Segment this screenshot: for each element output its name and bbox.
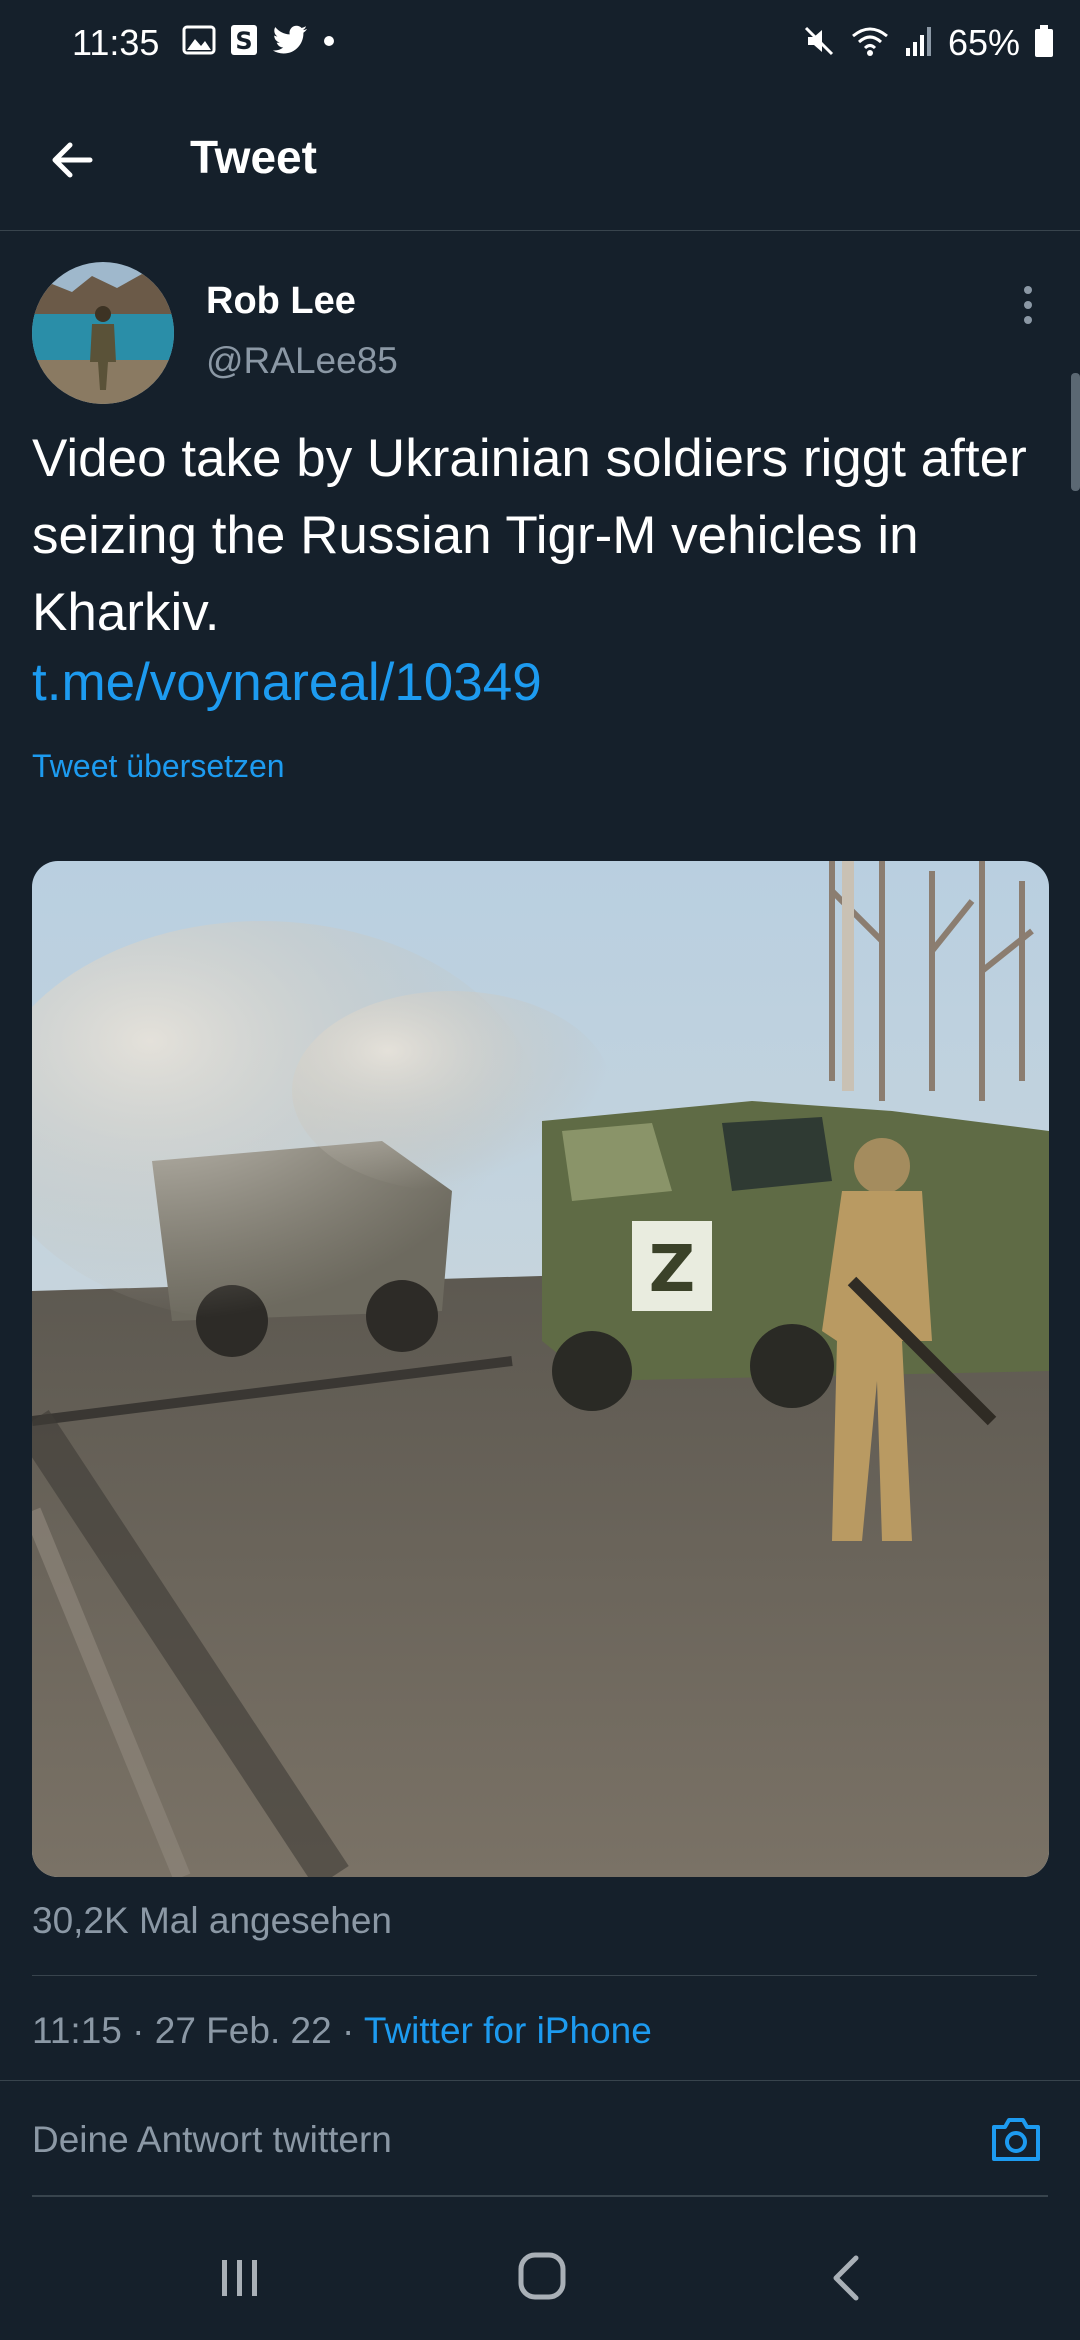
status-bar: 11:35 S 65% (0, 0, 1080, 90)
mute-icon (802, 24, 836, 63)
view-count: 30,2K Mal angesehen (32, 1900, 392, 1941)
recent-apps-icon (222, 2260, 257, 2296)
arrow-left-icon (52, 142, 93, 178)
status-time: 11:35 (72, 22, 160, 63)
author-name[interactable]: Rob Lee (206, 280, 356, 323)
dot-icon (322, 25, 336, 60)
system-nav-bar (0, 2220, 1080, 2340)
translate-tweet-link[interactable]: Tweet übersetzen (32, 748, 285, 785)
system-back-button[interactable] (826, 2250, 866, 2306)
tweet-time: 11:15 (32, 2010, 122, 2051)
reply-input[interactable]: Deine Antwort twittern (32, 2119, 392, 2161)
author-handle[interactable]: @RALee85 (206, 340, 398, 382)
camera-icon (992, 2118, 1040, 2161)
tweet-text: Video take by Ukrainian soldiers riggt a… (32, 429, 1027, 642)
battery-percent: 65% (947, 22, 1020, 63)
reply-underline (32, 2195, 1048, 2197)
s-app-icon: S (230, 24, 258, 61)
top-app-bar: Tweet (0, 90, 1080, 231)
meta-separator: · (341, 2010, 355, 2051)
more-options-button[interactable] (1010, 282, 1046, 328)
page-title: Tweet (190, 131, 317, 183)
scrollbar[interactable] (1071, 373, 1080, 491)
wifi-icon (850, 24, 890, 63)
battery-icon (1034, 24, 1054, 63)
svg-text:Z: Z (649, 1233, 695, 1307)
svg-text:S: S (235, 27, 252, 55)
recent-apps-button[interactable] (214, 2252, 266, 2304)
signal-icon (904, 24, 934, 63)
tweet-video[interactable]: Z (32, 861, 1049, 1877)
reply-bar: Deine Antwort twittern (0, 2081, 1080, 2196)
home-icon (518, 2252, 566, 2300)
tweet-source-link[interactable]: Twitter for iPhone (364, 2010, 652, 2051)
author-avatar[interactable] (32, 262, 174, 404)
more-vertical-icon (1024, 286, 1032, 324)
meta-separator: · (132, 2010, 145, 2051)
chevron-left-icon (833, 2255, 859, 2301)
twitter-bird-icon (272, 25, 308, 60)
camera-button[interactable] (988, 2111, 1044, 2167)
tweet-meta: 11:15 · 27 Feb. 22 · Twitter for iPhone (32, 2010, 652, 2052)
home-button[interactable] (514, 2248, 570, 2304)
divider (32, 1975, 1037, 1976)
back-button[interactable] (44, 130, 104, 190)
gallery-icon (182, 25, 216, 60)
tweet-link[interactable]: t.me/voynareal/10349 (32, 652, 542, 713)
tweet-date: 27 Feb. 22 (154, 2010, 332, 2051)
